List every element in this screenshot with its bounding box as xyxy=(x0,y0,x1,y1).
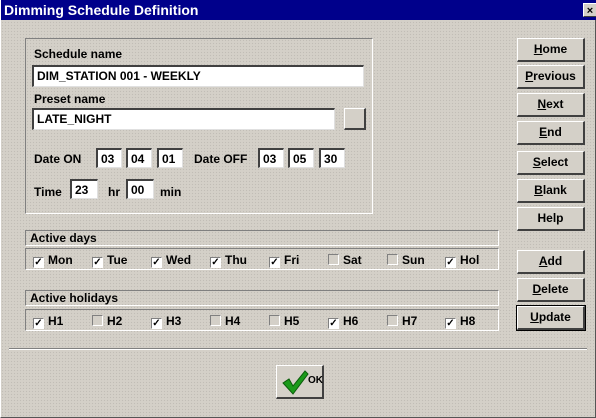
next-label: ext xyxy=(546,97,564,111)
date-off-field-1[interactable]: 03 xyxy=(258,148,284,168)
close-icon[interactable]: × xyxy=(583,3,596,17)
add-accel: A xyxy=(538,254,548,268)
delete-label: elete xyxy=(541,282,569,296)
checkbox-h4[interactable]: H4 xyxy=(210,314,240,330)
checkbox-sun[interactable]: Sun xyxy=(387,253,425,269)
blank-accel: B xyxy=(534,183,543,197)
date-on-field-1[interactable]: 03 xyxy=(96,148,122,168)
select-button[interactable]: Select xyxy=(517,151,585,175)
schedule-name-label: Schedule name xyxy=(34,47,123,61)
date-on-field-2[interactable]: 04 xyxy=(126,148,152,168)
active-holidays-label: Active holidays xyxy=(30,291,119,305)
dialog-window: Dimming Schedule Definition × Schedule n… xyxy=(0,0,596,418)
update-accel: U xyxy=(530,310,539,324)
checkbox-h3-label: H3 xyxy=(166,314,182,328)
checkbox-h7-label: H7 xyxy=(402,314,418,328)
minute-input[interactable]: 00 xyxy=(126,179,154,199)
previous-accel: P xyxy=(525,69,534,83)
checkbox-fri[interactable]: ✓ Fri xyxy=(269,253,299,269)
checkbox-h6-label: H6 xyxy=(343,314,359,328)
next-accel: N xyxy=(537,97,547,111)
checkbox-fri-label: Fri xyxy=(284,253,300,267)
checkbox-sun-label: Sun xyxy=(402,253,425,267)
active-days-label: Active days xyxy=(30,231,97,245)
delete-accel: D xyxy=(532,282,542,296)
checkbox-sat[interactable]: Sat xyxy=(328,253,362,269)
help-button[interactable]: Help xyxy=(517,207,585,231)
previous-label: revious xyxy=(533,69,576,83)
checkbox-h7[interactable]: H7 xyxy=(387,314,417,330)
checkbox-mon[interactable]: ✓ Mon xyxy=(33,253,73,269)
date-on-label: Date ON xyxy=(34,152,82,166)
checkbox-h2[interactable]: H2 xyxy=(92,314,122,330)
active-holidays-header: Active holidays xyxy=(25,290,499,306)
checkmark-icon xyxy=(282,370,309,395)
home-button[interactable]: Home xyxy=(517,38,585,62)
checkbox-h2-label: H2 xyxy=(107,314,123,328)
update-button[interactable]: Update xyxy=(516,305,586,331)
checkbox-h4-label: H4 xyxy=(225,314,241,328)
checkbox-tue[interactable]: ✓ Tue xyxy=(92,253,127,269)
browse-icon[interactable] xyxy=(344,108,366,130)
date-off-field-2[interactable]: 05 xyxy=(288,148,314,168)
active-holidays-row: ✓ H1 H2 ✓ H3 H4 H5 ✓ H6 H7 ✓ H8 xyxy=(25,309,499,331)
schedule-name-input[interactable]: DIM_STATION 001 - WEEKLY xyxy=(32,65,364,87)
hour-input[interactable]: 23 xyxy=(70,179,98,199)
checkbox-mon-label: Mon xyxy=(48,253,73,267)
time-label: Time xyxy=(34,185,62,199)
checkbox-h6[interactable]: ✓ H6 xyxy=(328,314,358,330)
end-accel: E xyxy=(539,125,548,139)
checkbox-sat-label: Sat xyxy=(343,253,362,267)
checkbox-thu-label: Thu xyxy=(225,253,247,267)
checkbox-tue-label: Tue xyxy=(107,253,128,267)
checkbox-h1-label: H1 xyxy=(48,314,64,328)
checkbox-thu[interactable]: ✓ Thu xyxy=(210,253,247,269)
preset-name-label: Preset name xyxy=(34,92,106,106)
next-button[interactable]: Next xyxy=(517,93,585,117)
preset-name-input[interactable]: LATE_NIGHT xyxy=(32,108,335,130)
previous-button[interactable]: Previous xyxy=(517,65,585,89)
update-label: pdate xyxy=(538,310,571,324)
bottom-separator xyxy=(9,348,587,350)
hr-label: hr xyxy=(108,185,120,199)
home-label: ome xyxy=(542,42,568,56)
checkbox-h8[interactable]: ✓ H8 xyxy=(445,314,475,330)
checkbox-hol-label: Hol xyxy=(460,253,480,267)
select-accel: S xyxy=(532,155,541,169)
checkbox-h1[interactable]: ✓ H1 xyxy=(33,314,63,330)
date-off-label: Date OFF xyxy=(194,152,248,166)
blank-label: lank xyxy=(542,183,567,197)
active-days-header: Active days xyxy=(25,230,499,246)
help-label: Help xyxy=(537,211,564,225)
date-off-field-3[interactable]: 30 xyxy=(319,148,345,168)
add-button[interactable]: Add xyxy=(517,250,585,274)
end-button[interactable]: End xyxy=(517,121,585,145)
delete-button[interactable]: Delete xyxy=(517,278,585,302)
add-label: dd xyxy=(547,254,563,268)
title-bar: Dimming Schedule Definition × xyxy=(1,0,596,20)
schedule-panel: Schedule name DIM_STATION 001 - WEEKLY P… xyxy=(25,38,373,214)
min-label: min xyxy=(160,185,182,199)
checkbox-h5[interactable]: H5 xyxy=(269,314,299,330)
checkbox-wed-label: Wed xyxy=(166,253,192,267)
checkbox-wed[interactable]: ✓ Wed xyxy=(151,253,191,269)
active-days-row: ✓ Mon ✓ Tue ✓ Wed ✓ Thu ✓ Fri Sat Sun ✓ Hol xyxy=(25,248,499,270)
ok-label: OK xyxy=(308,375,323,386)
blank-button[interactable]: Blank xyxy=(517,179,585,203)
window-title: Dimming Schedule Definition xyxy=(4,2,199,18)
end-label: nd xyxy=(547,125,562,139)
checkbox-hol[interactable]: ✓ Hol xyxy=(445,253,479,269)
date-on-field-3[interactable]: 01 xyxy=(157,148,183,168)
ok-button[interactable]: OK xyxy=(276,365,324,399)
checkbox-h5-label: H5 xyxy=(284,314,300,328)
checkbox-h3[interactable]: ✓ H3 xyxy=(151,314,181,330)
select-label: elect xyxy=(540,155,569,169)
checkbox-h8-label: H8 xyxy=(460,314,476,328)
